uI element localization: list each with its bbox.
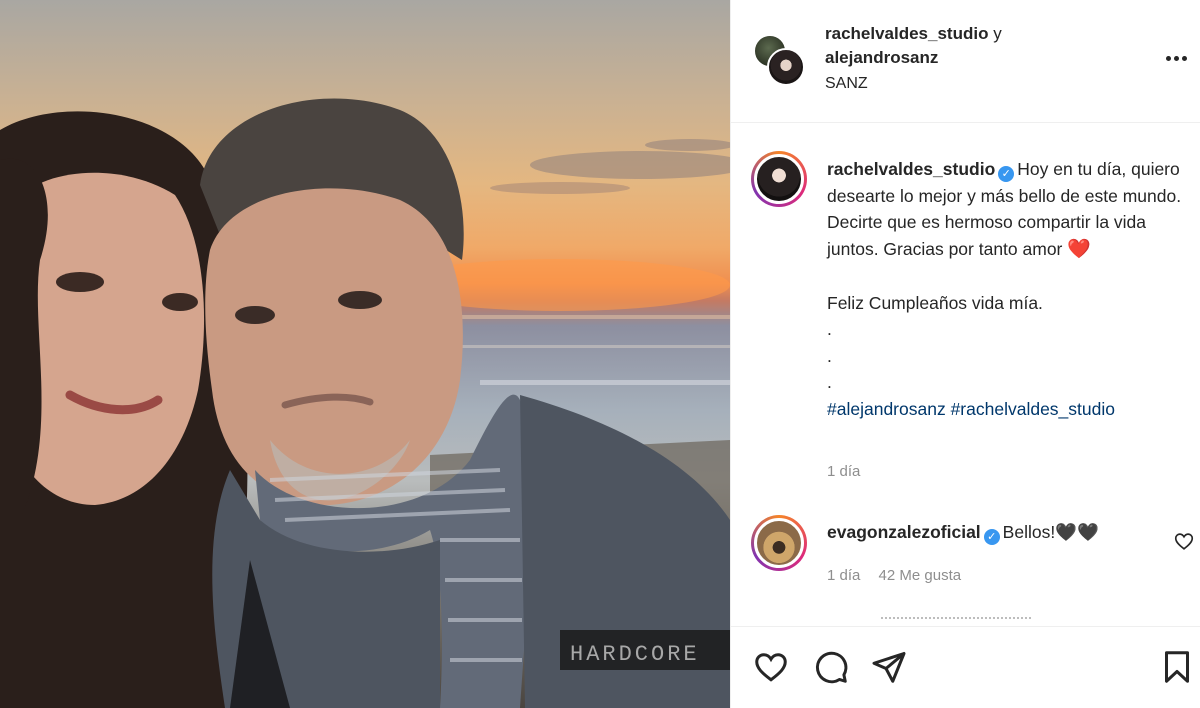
author-username-1[interactable]: rachelvaldes_studio xyxy=(825,24,988,43)
post-location[interactable]: SANZ xyxy=(825,75,868,93)
hashtag-rachelvaldes[interactable]: #rachelvaldes_studio xyxy=(951,399,1115,419)
caption-dot: . xyxy=(827,319,832,339)
comment-item: evagonzalezoficial ✓ Bellos!🖤🖤 1 día 42 Me… xyxy=(731,510,1200,600)
caption-text: rachelvaldes_studio ✓ Hoy en tu día, quier… xyxy=(827,156,1187,422)
caption-username[interactable]: rachelvaldes_studio xyxy=(827,159,995,179)
post-sidebar: rachelvaldes_studio y alejandrosanz SANZ… xyxy=(730,0,1200,708)
heart-icon[interactable] xyxy=(753,649,789,685)
verified-badge-icon: ✓ xyxy=(983,529,1000,545)
partial-comment-divider xyxy=(881,617,1031,623)
jacket-patch-text: HARDCORE xyxy=(570,642,700,667)
comment-heart-icon[interactable] xyxy=(1173,530,1195,552)
caption-dot: . xyxy=(827,345,832,366)
comment-like-count[interactable]: 42 Me gusta xyxy=(879,567,962,584)
avatar-rachelvaldes[interactable] xyxy=(767,48,805,86)
caption-avatar[interactable] xyxy=(751,151,807,207)
caption-timestamp[interactable]: 1 día xyxy=(827,463,860,480)
post-header: rachelvaldes_studio y alejandrosanz SANZ xyxy=(731,0,1200,123)
comment-meta: 1 día 42 Me gusta xyxy=(827,567,975,584)
author-connector: y xyxy=(993,24,1002,43)
comment-body: Bellos!🖤🖤 xyxy=(1002,522,1099,542)
heart-emoji: ❤️ xyxy=(1067,238,1091,260)
post-actions-bar xyxy=(731,626,1200,708)
hashtag-alejandrosanz[interactable]: #alejandrosanz xyxy=(827,399,946,419)
author-username-2[interactable]: alejandrosanz xyxy=(825,48,938,67)
bookmark-icon[interactable] xyxy=(1159,649,1195,685)
comment-timestamp[interactable]: 1 día xyxy=(827,567,860,584)
comment-text: evagonzalezoficial ✓ Bellos!🖤🖤 xyxy=(827,522,1099,545)
collab-avatars[interactable] xyxy=(753,34,805,86)
share-icon[interactable] xyxy=(871,649,907,685)
comment-avatar[interactable] xyxy=(751,515,807,571)
photo-illustration: HARDCORE xyxy=(0,98,730,708)
verified-badge-icon: ✓ xyxy=(998,166,1015,182)
comment-username[interactable]: evagonzalezoficial xyxy=(827,522,981,542)
caption-birthday-line: Feliz Cumpleaños vida mía. xyxy=(827,292,1043,313)
post-authors: rachelvaldes_studio y alejandrosanz xyxy=(825,22,1125,70)
comment-icon[interactable] xyxy=(813,649,849,685)
post-photo[interactable]: HARDCORE xyxy=(0,0,730,708)
caption-dot: . xyxy=(827,372,832,392)
more-options-icon[interactable] xyxy=(1161,46,1191,70)
